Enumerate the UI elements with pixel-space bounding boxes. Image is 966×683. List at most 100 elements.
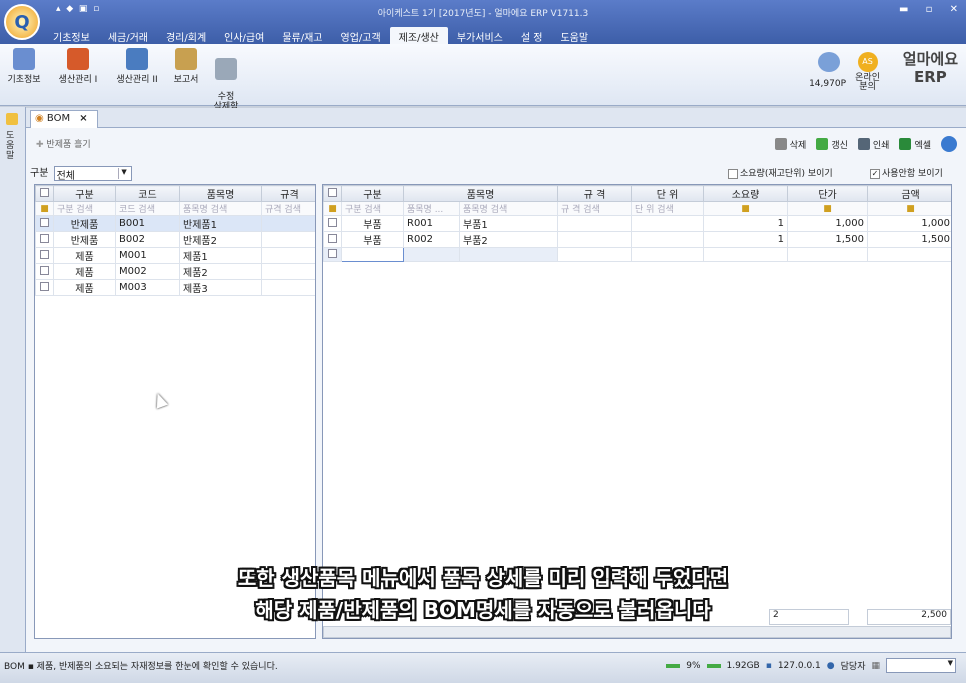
show-unused-checkbox[interactable]: ✓ 사용안함 보이기	[870, 166, 943, 179]
window-controls: ▬ ▫ ✕	[885, 4, 958, 15]
row-checkbox[interactable]	[328, 233, 337, 243]
excel-icon	[899, 138, 912, 150]
printer-icon	[857, 138, 870, 150]
col-spec[interactable]: 규격	[261, 185, 315, 202]
search-name[interactable]: 품목명 검색	[179, 201, 262, 216]
menu-tax[interactable]: 세금/거래	[99, 27, 157, 44]
filter-icon: ■	[35, 201, 54, 216]
search-spec[interactable]: 규 격 검색	[557, 201, 633, 216]
horizontal-scrollbar[interactable]	[323, 626, 951, 638]
user-name: 담당자	[840, 662, 866, 672]
refresh-button[interactable]: 갱신	[816, 136, 848, 152]
col-name[interactable]: 품목명	[402, 185, 559, 202]
status-bar: BOM ▪ 제품, 반제품의 소요되는 자재정보를 한눈에 확인할 수 있습니다…	[0, 652, 966, 683]
search-category[interactable]: 구분 검색	[53, 201, 116, 216]
search-category[interactable]: 구분 검색	[341, 201, 404, 216]
col-qty[interactable]: 소요량	[703, 185, 789, 202]
search-spec[interactable]: 규격 검색	[261, 201, 315, 216]
as-badge-icon: AS	[857, 52, 878, 72]
menu-basic[interactable]: 기초정보	[44, 27, 99, 44]
col-amount[interactable]: 금액	[867, 185, 951, 202]
table-row[interactable]: 반제품 B002 반제품2	[35, 231, 315, 248]
col-spec[interactable]: 규 격	[557, 185, 633, 202]
menu-production[interactable]: 제조/생산	[389, 27, 448, 44]
maximize-icon[interactable]: ▫	[926, 4, 933, 15]
price-filter-icon[interactable]: ■	[787, 201, 869, 216]
menu-sales[interactable]: 영업/고객	[332, 27, 390, 44]
row-checkbox[interactable]	[328, 217, 337, 227]
status-message: BOM ▪ 제품, 반제품의 소요되는 자재정보를 한눈에 확인할 수 있습니다…	[4, 662, 278, 672]
tab-close-icon[interactable]: ×	[79, 113, 87, 124]
chevron-down-icon: ▼	[117, 167, 130, 179]
memory-bar-icon	[706, 663, 721, 668]
table-row[interactable]: 제품 M003 제품3	[35, 279, 315, 296]
col-unit[interactable]: 단 위	[631, 185, 705, 202]
show-qty-checkbox[interactable]: 소요량(재고단위) 보이기	[728, 166, 833, 179]
menu-addon[interactable]: 부가서비스	[448, 27, 512, 44]
search-code[interactable]: 코드 검색	[115, 201, 180, 216]
table-row[interactable]: 부품 R002 부품2 1 1,500 1,500	[323, 231, 951, 248]
col-category[interactable]: 구분	[53, 185, 116, 202]
menu-help[interactable]: 도움말	[551, 27, 597, 44]
menu-bar: 기초정보 세금/거래 경리/회계 인사/급여 물류/재고 영업/고객 제조/생산…	[44, 27, 597, 44]
col-category[interactable]: 구분	[341, 185, 404, 202]
fetch-semi-button[interactable]: ✚ 반제품 흘기	[36, 137, 91, 150]
help-strip-label: 도움말	[6, 131, 15, 161]
date-select[interactable]: ▼	[886, 658, 956, 673]
menu-logistics[interactable]: 물류/재고	[273, 27, 331, 44]
row-checkbox[interactable]	[40, 233, 49, 243]
search-name[interactable]: 품목명 검색	[458, 201, 559, 216]
brand-logo: 얼마에요 ERP	[902, 50, 958, 86]
select-all-checkbox[interactable]	[40, 187, 49, 197]
ribbon-trash-button[interactable]: 수정 삭제함	[206, 48, 246, 112]
ribbon-report-button[interactable]: 보고서	[166, 48, 206, 85]
qty-filter-icon[interactable]: ■	[703, 201, 789, 216]
cpu-usage: 9%	[686, 660, 701, 671]
table-row[interactable]: 제품 M001 제품1	[35, 247, 315, 264]
help-button[interactable]	[941, 136, 960, 152]
help-icon	[941, 136, 957, 152]
new-row[interactable]	[323, 247, 951, 262]
menu-hr[interactable]: 인사/급여	[215, 27, 273, 44]
table-row[interactable]: 반제품 B001 반제품1	[35, 215, 315, 232]
title-bar: Q ▴ ◆ ▣ ▫ 아이케스트 1기 [2017년도] - 얼마에요 ERP V…	[0, 0, 966, 44]
factory-icon	[67, 48, 89, 70]
table-row[interactable]: 제품 M002 제품2	[35, 263, 315, 280]
close-icon[interactable]: ✕	[950, 4, 958, 15]
calendar-icon[interactable]: ▦	[871, 661, 880, 671]
col-price[interactable]: 단가	[787, 185, 869, 202]
select-all-checkbox[interactable]	[328, 187, 337, 197]
row-checkbox[interactable]	[40, 265, 49, 275]
row-checkbox[interactable]	[328, 248, 337, 258]
excel-button[interactable]: 엑셀	[899, 136, 931, 152]
menu-accounting[interactable]: 경리/회계	[157, 27, 215, 44]
row-checkbox[interactable]	[40, 217, 49, 227]
row-checkbox[interactable]	[40, 281, 49, 291]
ribbon-production1-button[interactable]: 생산관리 I	[50, 48, 106, 85]
menu-settings[interactable]: 설 정	[512, 27, 552, 44]
minimize-icon[interactable]: ▬	[899, 4, 908, 15]
cpu-bar-icon	[666, 663, 681, 668]
subtitle-line1: 또한 생산품목 메뉴에서 품목 상세를 미리 입력해 두었다면	[237, 566, 729, 590]
category-select[interactable]: 전체 ▼	[53, 165, 132, 182]
puzzle-icon: ✚	[36, 140, 44, 150]
print-button[interactable]: 인쇄	[857, 136, 889, 152]
window-title: 아이케스트 1기 [2017년도] - 얼마에요 ERP V1711.3	[377, 9, 589, 19]
table-row[interactable]: 부품 R001 부품1 1 1,000 1,000	[323, 215, 951, 232]
row-checkbox[interactable]	[40, 249, 49, 259]
delete-button[interactable]: 삭제	[774, 136, 806, 152]
tab-bom[interactable]: ◉ BOM ×	[30, 110, 98, 128]
toolbar-actions: 삭제 갱신 인쇄 엑셀	[765, 136, 960, 152]
edit-icon	[13, 48, 35, 70]
online-support-button[interactable]: AS 온라인 분의	[855, 52, 880, 92]
search-code[interactable]: 품목명 ...	[403, 201, 460, 216]
col-name[interactable]: 품목명	[179, 185, 262, 202]
search-unit[interactable]: 단 위 검색	[631, 201, 705, 216]
ip-address: 127.0.0.1	[777, 660, 821, 671]
amount-filter-icon[interactable]: ■	[867, 201, 951, 216]
col-code[interactable]: 코드	[115, 185, 180, 202]
ribbon-production2-button[interactable]: 생산관리 II	[108, 48, 166, 85]
new-row-category-input[interactable]	[341, 247, 404, 262]
ribbon-basic-button[interactable]: 기초정보	[2, 48, 46, 85]
report-icon	[175, 48, 197, 70]
